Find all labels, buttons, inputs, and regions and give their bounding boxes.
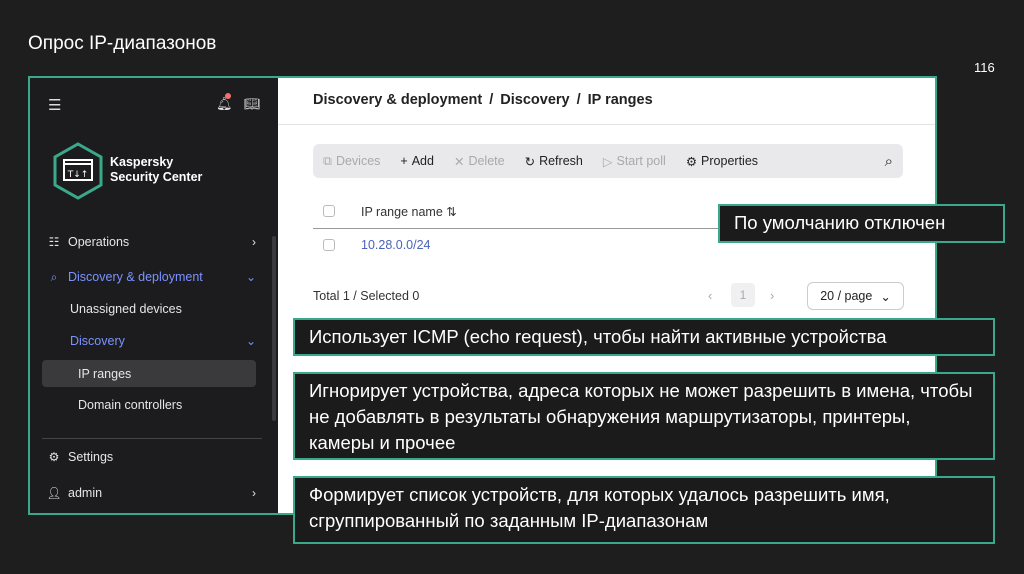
label: Settings	[68, 450, 114, 464]
breadcrumb-discovery-deployment[interactable]: Discovery & deployment	[313, 92, 482, 108]
label: IP ranges	[78, 366, 132, 381]
add-button[interactable]: + Add	[400, 154, 434, 168]
sidebar-item-admin[interactable]: 👤︎ admin ›	[46, 480, 256, 506]
gear-icon: ⚙	[685, 154, 698, 169]
callout-disabled-by-default: По умолчанию отключен	[718, 204, 1005, 243]
svg-text:T↓↑: T↓↑	[67, 170, 89, 180]
properties-button[interactable]: ⚙ Properties	[686, 154, 758, 169]
user-icon: 👤︎	[46, 486, 62, 500]
chevron-right-icon: ›	[252, 235, 256, 249]
breadcrumb-ip-ranges: IP ranges	[587, 92, 653, 108]
column-header-ip-range-name[interactable]: IP range name ⇅	[361, 204, 457, 219]
label: Operations	[68, 235, 130, 249]
breadcrumb: Discovery & deployment / Discovery / IP ra…	[313, 92, 653, 108]
book-icon[interactable]: 📖︎	[244, 96, 261, 112]
separator: /	[489, 92, 494, 108]
total-selected: Total 1 / Selected 0	[313, 289, 420, 303]
callout-ignore-unresolved: Игнорирует устройства, адреса которых не…	[293, 372, 995, 460]
callout-icmp: Использует ICMP (echo request), чтобы на…	[293, 318, 995, 356]
chevron-down-icon: ⌄	[245, 270, 256, 284]
slide-title: Опрос IP-диапазонов	[28, 33, 217, 54]
separator: /	[576, 92, 581, 108]
devices-icon: ⧉	[323, 153, 332, 168]
plus-icon: +	[400, 154, 408, 168]
page-size-select[interactable]: 20 / page ⌄	[807, 282, 904, 310]
search-icon: ⌕	[50, 269, 58, 284]
sidebar-item-operations[interactable]: ☷ Operations ›	[46, 229, 256, 255]
menu-icon[interactable]: ☰	[48, 96, 61, 114]
callout-device-list: Формирует список устройств, для которых …	[293, 476, 995, 544]
product-name: Kaspersky Security Center	[110, 155, 203, 184]
chevron-right-icon: ›	[252, 486, 256, 500]
breadcrumb-discovery[interactable]: Discovery	[500, 92, 569, 108]
sidebar-item-settings[interactable]: ⚙ Settings	[46, 444, 256, 470]
page-number: 116	[974, 60, 995, 75]
sidebar-item-discovery-deployment[interactable]: ⌕ Discovery & deployment ⌄	[46, 264, 256, 290]
search-icon[interactable]: ⌕	[885, 153, 893, 170]
operations-icon: ☷	[48, 235, 60, 249]
sidebar-item-domain-controllers[interactable]: Domain controllers	[46, 392, 256, 418]
label: Unassigned devices	[70, 302, 182, 316]
select-all-checkbox[interactable]	[323, 205, 335, 217]
refresh-button[interactable]: ↻ Refresh	[525, 154, 583, 169]
ip-range-link[interactable]: 10.28.0.0/24	[361, 238, 431, 252]
sort-icon: ⇅	[446, 205, 457, 219]
header-divider	[313, 228, 735, 229]
sidebar-item-ip-ranges[interactable]: IP ranges	[42, 360, 256, 387]
page-1-button[interactable]: 1	[731, 283, 755, 307]
divider	[42, 438, 262, 439]
close-icon: ✕	[453, 154, 465, 169]
label: admin	[68, 486, 103, 500]
label: Domain controllers	[78, 398, 183, 412]
devices-button[interactable]: ⧉ Devices	[323, 154, 380, 169]
notifications-icon[interactable]: 🔔︎	[216, 93, 233, 112]
sidebar-scrollbar[interactable]	[272, 236, 276, 421]
sidebar: ☰ 🔔︎ 📖︎ T↓↑ Kaspersky Security Center ☷ Op…	[30, 78, 278, 513]
toolbar: ⧉ Devices + Add ✕ Delete ↻ Refresh ▷ Start po…	[313, 144, 903, 178]
sidebar-item-unassigned-devices[interactable]: Unassigned devices	[46, 296, 256, 322]
prev-page-button[interactable]: ‹	[708, 288, 712, 303]
refresh-icon: ↻	[524, 154, 536, 169]
next-page-button[interactable]: ›	[770, 288, 774, 303]
sidebar-item-discovery[interactable]: Discovery ⌄	[46, 328, 256, 354]
row-checkbox[interactable]	[323, 239, 335, 251]
chevron-down-icon: ⌄	[880, 289, 891, 304]
divider	[278, 124, 935, 125]
chevron-down-icon: ⌄	[245, 334, 256, 348]
delete-button[interactable]: ✕ Delete	[454, 154, 505, 169]
start-poll-button[interactable]: ▷ Start poll	[603, 154, 666, 169]
label: Discovery & deployment	[68, 270, 203, 284]
kaspersky-logo-icon: T↓↑	[53, 142, 103, 200]
play-icon: ▷	[602, 154, 613, 169]
label: Discovery	[70, 334, 125, 348]
settings-icon: ⚙	[48, 450, 60, 464]
